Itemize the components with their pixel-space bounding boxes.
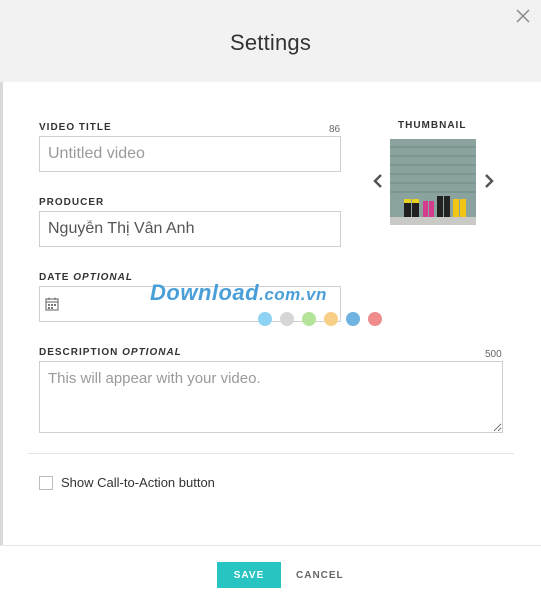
calendar-icon xyxy=(45,297,59,311)
date-optional-text: OPTIONAL xyxy=(73,272,133,283)
producer-input[interactable] xyxy=(39,211,341,247)
watermark-dot xyxy=(368,312,382,326)
cta-checkbox-label: Show Call-to-Action button xyxy=(61,475,215,490)
save-button[interactable]: SAVE xyxy=(217,562,281,588)
video-title-label: VIDEO TITLE xyxy=(39,122,112,133)
chevron-left-icon xyxy=(373,174,382,188)
watermark-dot xyxy=(280,312,294,326)
thumbnail-prev-button[interactable] xyxy=(371,172,385,190)
watermark-dot xyxy=(346,312,360,326)
watermark-dot xyxy=(324,312,338,326)
description-optional-text: OPTIONAL xyxy=(122,347,182,358)
producer-label: PRODUCER xyxy=(39,197,105,208)
description-counter: 500 xyxy=(485,349,502,360)
section-divider xyxy=(28,453,514,454)
watermark-dot xyxy=(302,312,316,326)
description-textarea[interactable] xyxy=(39,361,503,433)
thumbnail-label: THUMBNAIL xyxy=(398,120,467,131)
thumbnail-next-button[interactable] xyxy=(482,172,496,190)
watermark-logo: Download.com.vn xyxy=(150,280,327,306)
description-label-text: DESCRIPTION xyxy=(39,347,119,358)
watermark-domain-text: .com.vn xyxy=(259,285,327,304)
left-edge xyxy=(0,82,3,545)
chevron-right-icon xyxy=(485,174,494,188)
watermark-dots xyxy=(258,312,390,331)
close-icon xyxy=(516,9,530,23)
date-label: DATE OPTIONAL xyxy=(39,272,133,283)
description-label: DESCRIPTION OPTIONAL xyxy=(39,347,182,358)
cta-checkbox[interactable] xyxy=(39,476,53,490)
dialog-title: Settings xyxy=(229,30,312,55)
watermark-dot xyxy=(258,312,272,326)
close-button[interactable] xyxy=(513,6,533,26)
video-title-counter: 86 xyxy=(329,124,341,135)
dialog-header: Settings xyxy=(0,0,541,82)
cancel-button[interactable]: CANCEL xyxy=(290,562,343,588)
video-title-input[interactable] xyxy=(39,136,341,172)
boots-picture xyxy=(390,139,476,225)
footer-divider xyxy=(0,545,541,546)
date-label-text: DATE xyxy=(39,272,70,283)
thumbnail-image[interactable] xyxy=(390,139,476,225)
watermark-main-text: Download xyxy=(150,280,260,305)
